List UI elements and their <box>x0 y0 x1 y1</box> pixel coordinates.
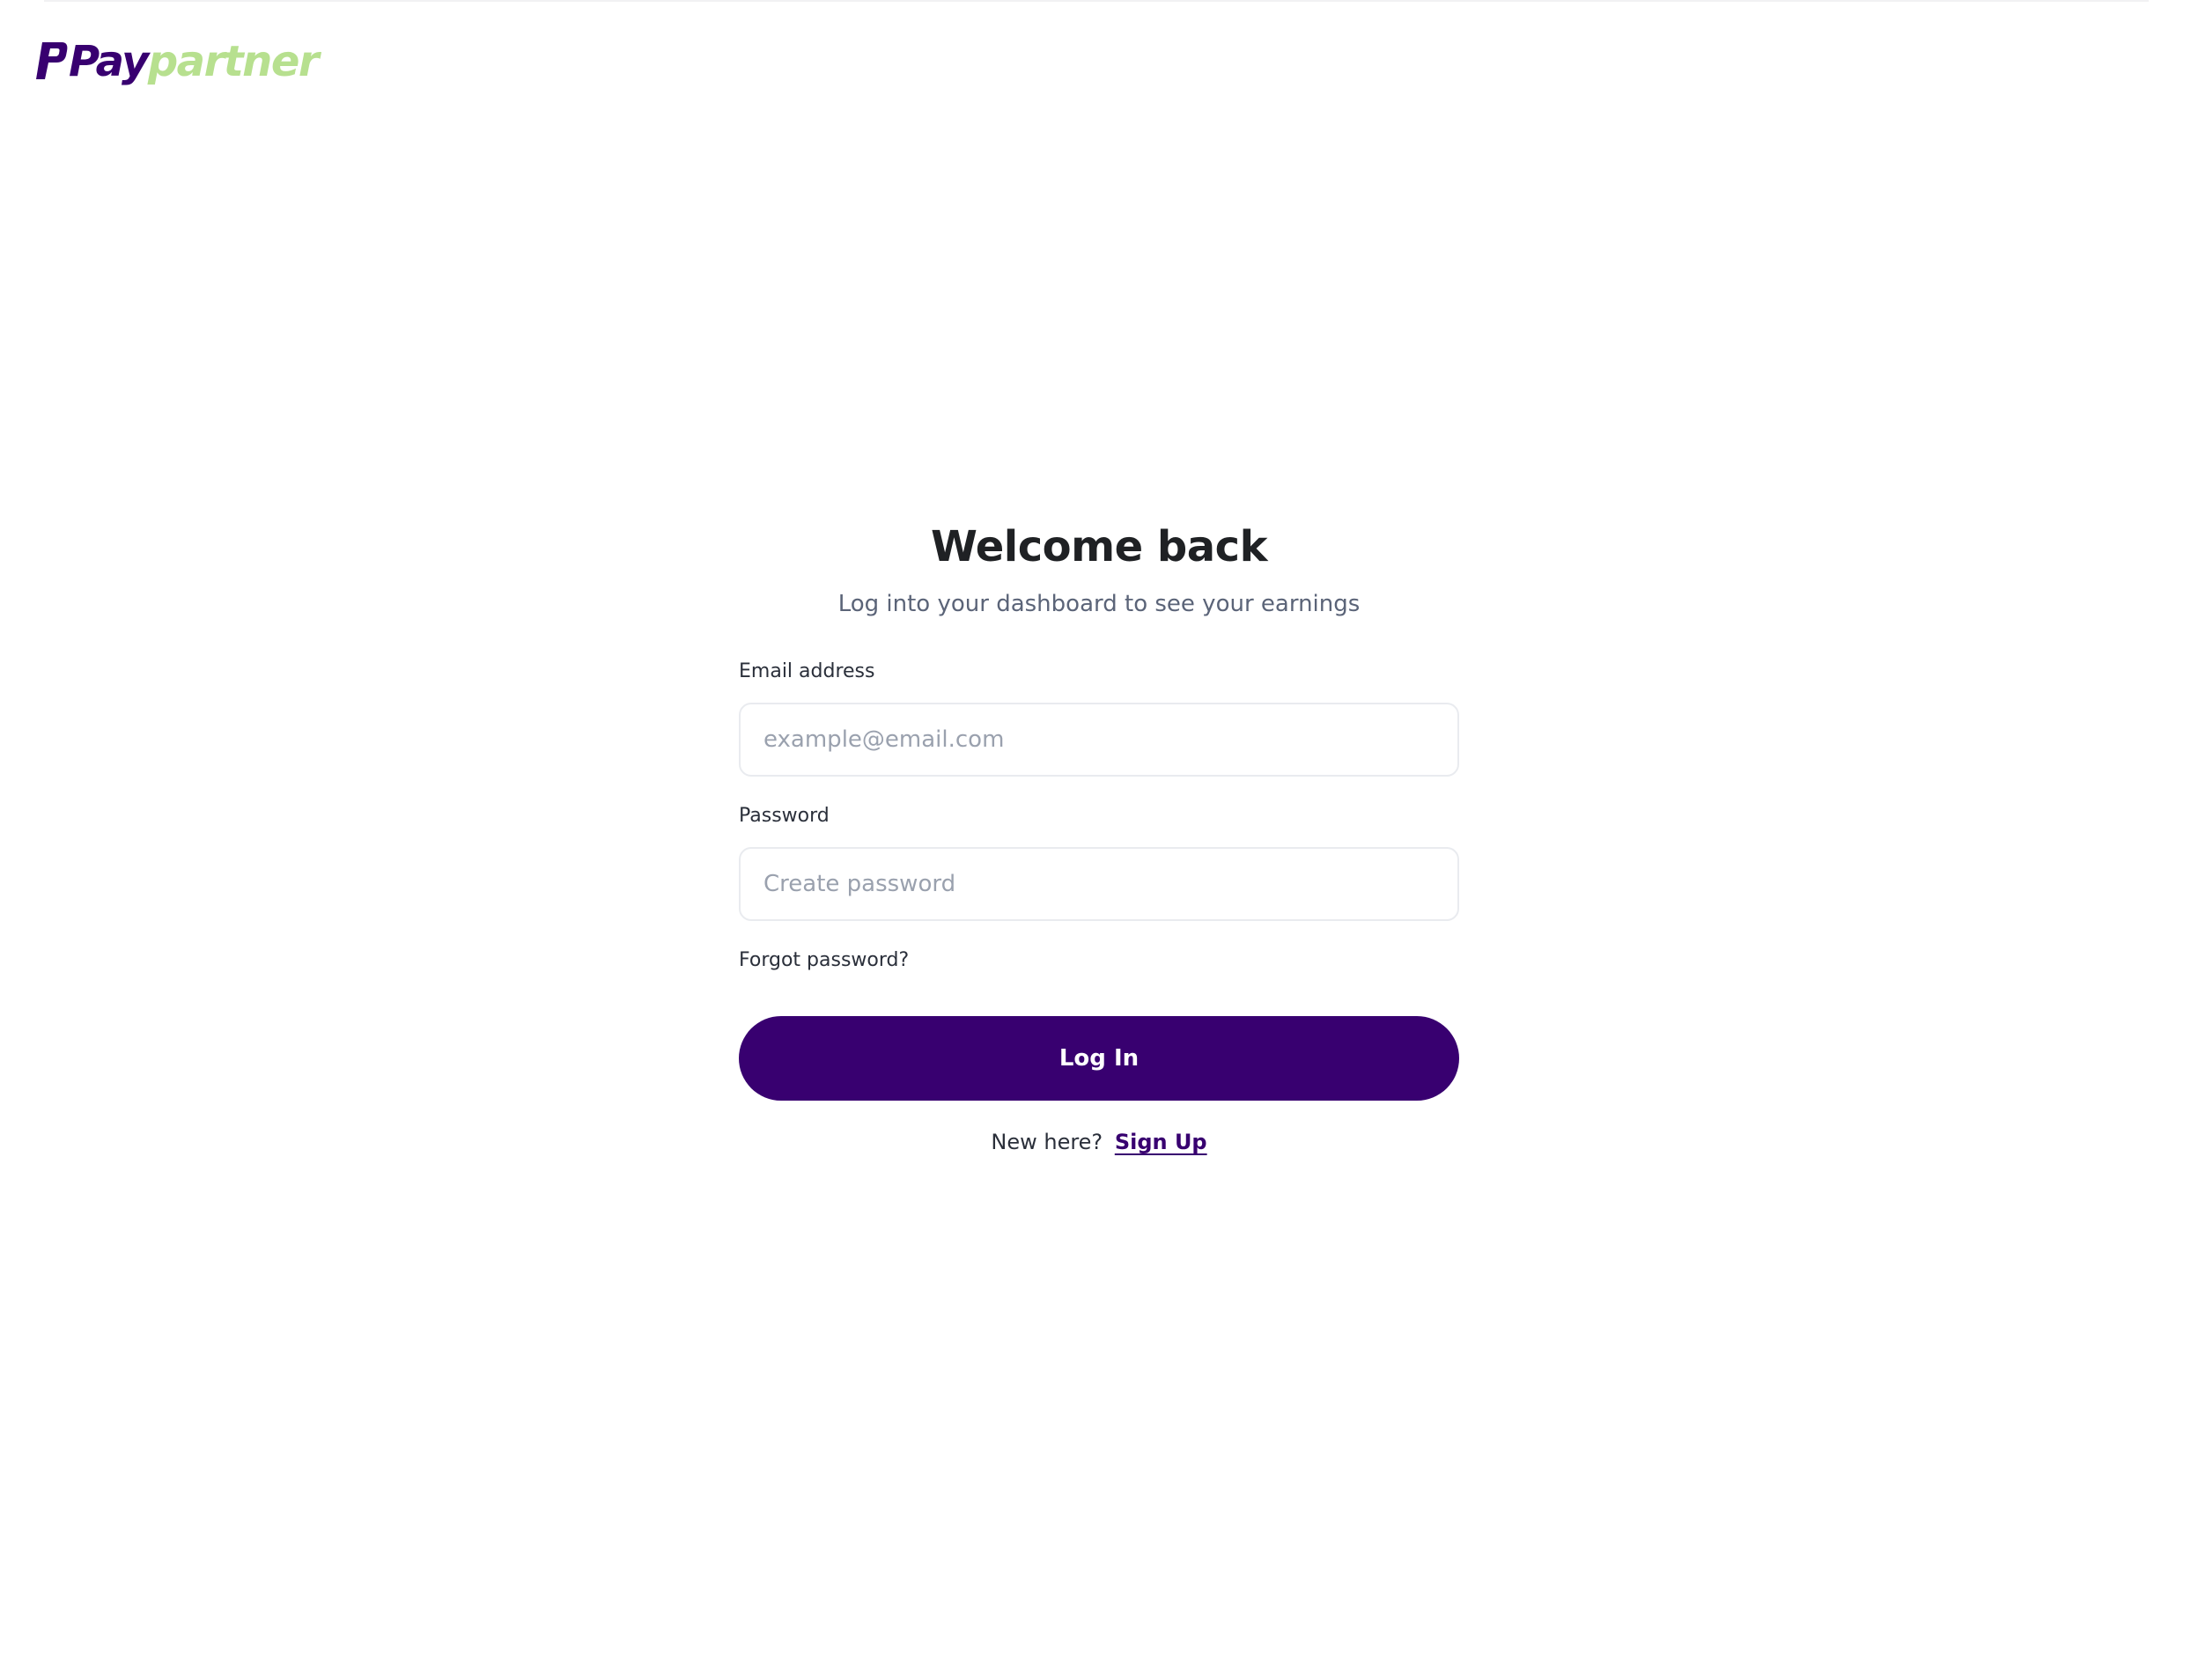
top-divider <box>44 0 2149 2</box>
paypartner-logo[interactable]: Pay partner <box>35 33 320 86</box>
signup-link[interactable]: Sign Up <box>1115 1130 1207 1154</box>
signup-prompt: New here? <box>991 1130 1103 1154</box>
password-label: Password <box>739 805 830 827</box>
login-form: Welcome back Log into your dashboard to … <box>739 518 1459 1157</box>
logo-text-pay: Pay <box>69 37 149 86</box>
logo-text-partner: partner <box>147 37 320 86</box>
page-title: Welcome back <box>930 522 1268 571</box>
signup-row: New here? Sign Up <box>739 1127 1459 1157</box>
forgot-password-link[interactable]: Forgot password? <box>739 947 909 974</box>
email-field[interactable] <box>763 704 1435 775</box>
login-page: Pay partner Welcome back Log into your d… <box>0 0 2198 1680</box>
email-label: Email address <box>739 660 875 682</box>
password-field-container <box>739 847 1459 921</box>
paypartner-logo-icon <box>36 42 68 79</box>
page-subtitle: Log into your dashboard to see your earn… <box>837 591 1361 617</box>
password-field[interactable] <box>763 849 1435 919</box>
login-button[interactable]: Log In <box>739 1016 1459 1101</box>
email-field-container <box>739 703 1459 777</box>
